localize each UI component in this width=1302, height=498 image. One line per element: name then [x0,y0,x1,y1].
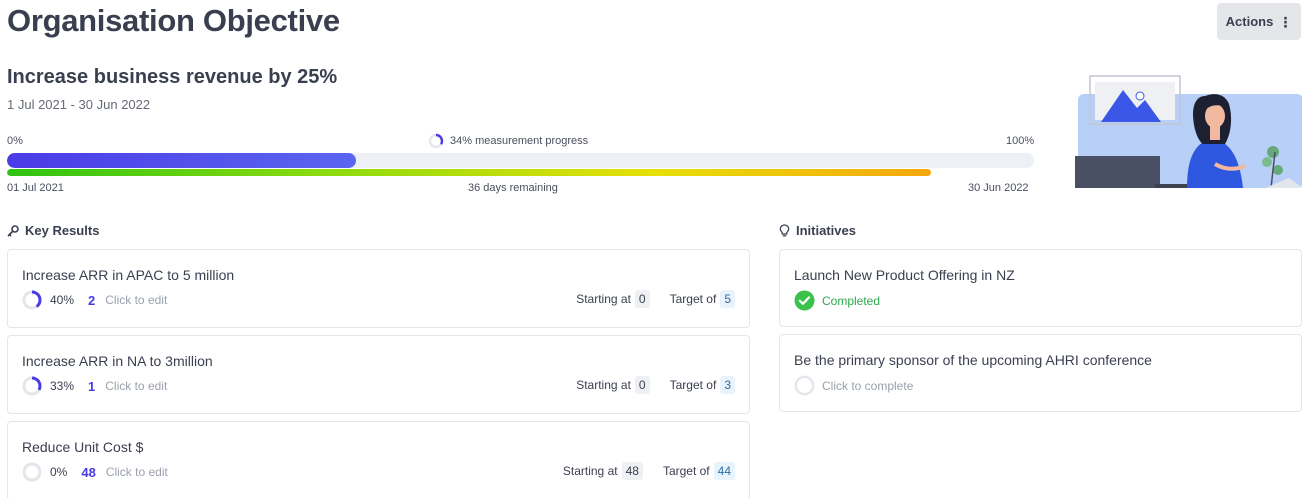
target-label: Target of [669,292,717,306]
key-results-heading: Key Results [7,223,99,238]
measurement-progress-fill [7,153,357,168]
progress-max-label: 100% [1006,135,1035,147]
target-value: 44 [713,462,735,480]
progress-min-label: 0% [7,135,23,147]
key-result-current-value[interactable]: 2 [88,293,95,308]
target-value: 5 [720,290,735,308]
page-title: Organisation Objective [7,3,340,38]
key-results-title: Key Results [25,223,100,238]
initiative-card[interactable]: Be the primary sponsor of the upcoming A… [779,334,1302,412]
initiative-title: Be the primary sponsor of the upcoming A… [794,352,1152,368]
more-vertical-icon: ⋮ [1278,13,1293,30]
initiatives-title: Initiatives [796,223,856,238]
empty-circle-icon[interactable] [794,375,815,396]
target-label: Target of [662,464,710,478]
initiative-status: Completed [822,293,881,308]
progress-ring-icon [22,290,42,310]
starting-value: 48 [621,462,643,480]
time-progress-fill [7,169,932,176]
key-result-percent: 40% [50,293,75,307]
progress-ring-icon [428,133,444,149]
click-to-complete-link[interactable]: Click to complete [822,379,913,393]
key-result-card[interactable]: Increase ARR in APAC to 5 million 40% 2 … [7,249,750,328]
key-result-percent: 33% [50,379,75,393]
objective-title: Increase business revenue by 25% [7,66,338,88]
starting-value: 0 [634,376,650,394]
progress-ring-icon [22,376,42,396]
measurement-progress-bar [7,153,1034,168]
time-progress-bar [7,169,1034,176]
progress-ring-icon [22,462,42,482]
key-result-card[interactable]: Increase ARR in NA to 3million 33% 1 Cli… [7,335,750,414]
key-result-title: Increase ARR in APAC to 5 million [22,267,235,283]
measurement-progress: 34% measurement progress [428,133,588,149]
click-to-edit-link[interactable]: Click to edit [106,465,168,479]
check-circle-icon[interactable] [794,290,815,311]
start-date-label: 01 Jul 2021 [7,182,64,194]
lightbulb-icon [779,224,790,237]
days-remaining-label: 36 days remaining [468,182,558,194]
click-to-edit-link[interactable]: Click to edit [105,379,167,393]
actions-button[interactable]: Actions ⋮ [1217,3,1301,40]
progress-label: 34% measurement progress [450,135,589,147]
key-result-title: Increase ARR in NA to 3million [22,353,213,369]
starting-label: Starting at [576,378,631,392]
objective-illustration [1075,75,1302,188]
initiatives-heading: Initiatives [779,223,856,238]
click-to-edit-link[interactable]: Click to edit [105,293,167,307]
key-result-percent: 0% [50,465,68,479]
target-label: Target of [669,378,717,392]
initiative-title: Launch New Product Offering in NZ [794,267,1015,283]
starting-label: Starting at [562,464,618,478]
starting-label: Starting at [576,292,631,306]
key-icon [7,224,19,237]
key-result-title: Reduce Unit Cost $ [22,439,144,455]
target-value: 3 [720,376,735,394]
actions-label: Actions [1225,14,1274,29]
key-result-current-value[interactable]: 48 [81,465,95,480]
key-result-card[interactable]: Reduce Unit Cost $ 0% 48 Click to edit S… [7,421,750,498]
key-result-current-value[interactable]: 1 [88,379,95,394]
starting-value: 0 [634,290,650,308]
end-date-label: 30 Jun 2022 [968,182,1029,194]
initiative-card[interactable]: Launch New Product Offering in NZ Comple… [779,249,1302,327]
objective-dates: 1 Jul 2021 - 30 Jun 2022 [7,97,151,112]
